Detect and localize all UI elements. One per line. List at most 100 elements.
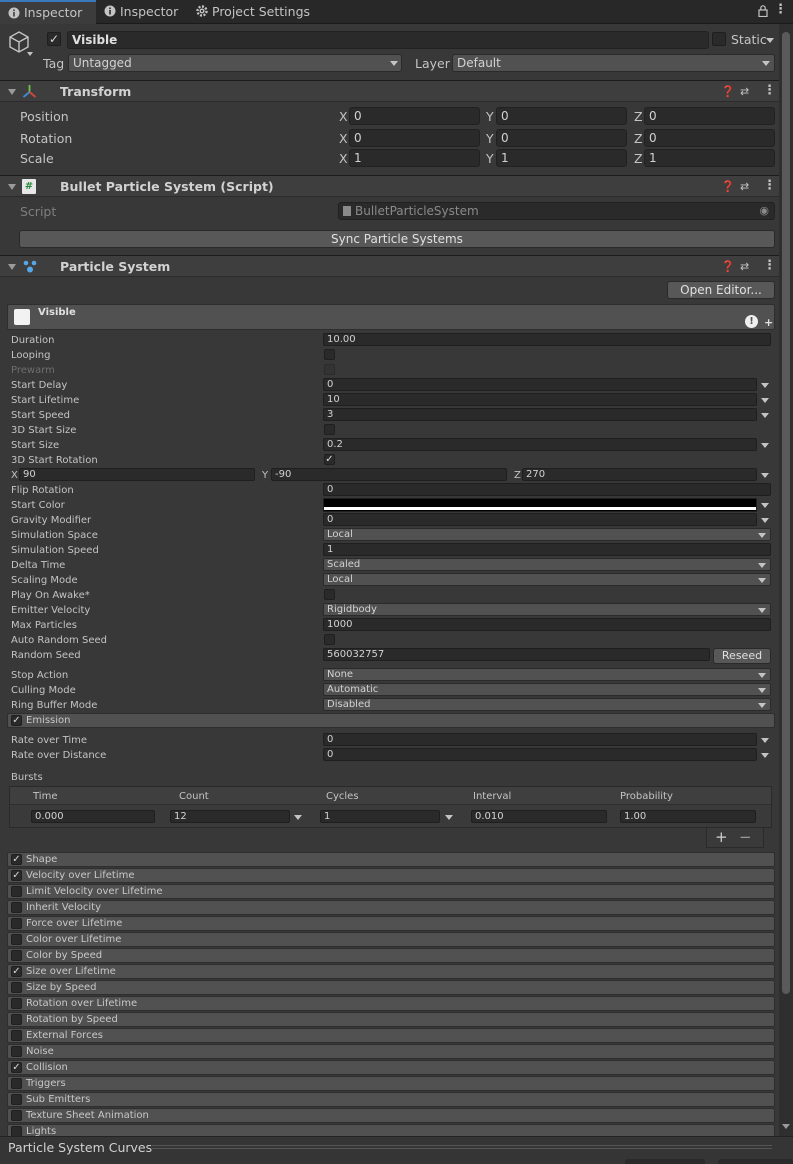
rotation-z-input[interactable]: 0 xyxy=(644,129,775,147)
curve-tab[interactable] xyxy=(625,1159,705,1164)
remove-burst-button[interactable]: − xyxy=(739,828,752,847)
curve-tab[interactable] xyxy=(718,1159,793,1164)
module-emission[interactable]: ✓ Emission xyxy=(7,713,775,728)
active-checkbox[interactable]: ✓ xyxy=(47,32,61,46)
module-texture-sheet-animation[interactable]: Texture Sheet Animation xyxy=(7,1108,775,1123)
foldout-arrow-icon[interactable] xyxy=(8,264,16,270)
tab-project-settings[interactable]: Project Settings xyxy=(188,0,318,24)
module-force-over-lifetime[interactable]: Force over Lifetime xyxy=(7,916,775,931)
presets-icon[interactable]: ⇄ xyxy=(740,260,749,273)
scale-z-input[interactable]: 1 xyxy=(644,149,775,167)
gravity-modifier-input[interactable]: 0 xyxy=(323,513,757,526)
play-on-awake-checkbox[interactable] xyxy=(324,589,335,600)
help-icon[interactable]: ❓ xyxy=(721,85,735,98)
reseed-button[interactable]: Reseed xyxy=(713,648,771,664)
help-icon[interactable]: ❓ xyxy=(721,260,735,273)
icon-dropdown-arrow[interactable] xyxy=(27,52,33,56)
ring-buffer-dropdown[interactable]: Disabled xyxy=(323,698,771,711)
scale-y-input[interactable]: 1 xyxy=(496,149,627,167)
position-z-input[interactable]: 0 xyxy=(644,107,775,125)
rotation-y-input[interactable]: 0 xyxy=(496,129,627,147)
module-shape[interactable]: ✓ Shape xyxy=(7,852,775,867)
module-checkbox[interactable] xyxy=(11,1094,22,1105)
presets-icon[interactable]: ⇄ xyxy=(740,85,749,98)
burst-interval-input[interactable]: 0.010 xyxy=(471,810,607,823)
duration-input[interactable]: 10.00 xyxy=(323,333,771,346)
curve-mode-dropdown[interactable] xyxy=(761,738,769,743)
burst-cycles-input[interactable]: 1 xyxy=(320,810,440,823)
culling-mode-dropdown[interactable]: Automatic xyxy=(323,683,771,696)
add-burst-button[interactable]: + xyxy=(715,828,728,847)
position-x-input[interactable]: 0 xyxy=(349,107,480,125)
help-icon[interactable]: ❓ xyxy=(721,180,735,193)
module-checkbox[interactable] xyxy=(11,998,22,1009)
bullet-script-header[interactable]: # Bullet Particle System (Script) ❓ ⇄ ⋮ xyxy=(0,175,793,197)
looping-checkbox[interactable] xyxy=(324,349,335,360)
module-rotation-by-speed[interactable]: Rotation by Speed xyxy=(7,1012,775,1027)
scroll-down-arrow[interactable] xyxy=(782,1124,790,1129)
module-checkbox[interactable]: ✓ xyxy=(11,854,22,865)
warning-icon[interactable]: ! xyxy=(745,315,758,328)
tag-dropdown[interactable]: Untagged xyxy=(68,54,402,72)
flip-rotation-input[interactable]: 0 xyxy=(323,483,771,496)
module-sub-emitters[interactable]: Sub Emitters xyxy=(7,1092,775,1107)
object-picker-icon[interactable]: ◉ xyxy=(759,203,769,219)
object-name-input[interactable]: Visible xyxy=(67,31,709,49)
start-delay-input[interactable]: 0 xyxy=(323,378,757,391)
scrollbar-track[interactable] xyxy=(779,24,793,1136)
module-checkbox[interactable]: ✓ xyxy=(11,1062,22,1073)
module-triggers[interactable]: Triggers xyxy=(7,1076,775,1091)
module-checkbox[interactable] xyxy=(11,1014,22,1025)
curve-mode-dropdown[interactable] xyxy=(294,815,302,820)
component-menu-icon[interactable]: ⋮ xyxy=(763,258,776,273)
prewarm-checkbox[interactable] xyxy=(324,364,335,375)
rate-over-time-input[interactable]: 0 xyxy=(323,733,757,746)
module-checkbox[interactable]: ✓ xyxy=(11,870,22,881)
component-menu-icon[interactable]: ⋮ xyxy=(763,178,776,193)
start-rotation-y-input[interactable]: -90 xyxy=(271,468,507,481)
random-seed-input[interactable]: 560032757 xyxy=(323,648,710,661)
module-checkbox[interactable] xyxy=(11,1078,22,1089)
module-checkbox[interactable] xyxy=(11,1046,22,1057)
curve-mode-dropdown[interactable] xyxy=(445,815,453,820)
start-color-swatch[interactable] xyxy=(323,498,757,512)
rotation-x-input[interactable]: 0 xyxy=(349,129,480,147)
lock-icon[interactable] xyxy=(758,5,768,17)
module-velocity-over-lifetime[interactable]: ✓ Velocity over Lifetime xyxy=(7,868,775,883)
module-checkbox[interactable] xyxy=(11,902,22,913)
module-color-by-speed[interactable]: Color by Speed xyxy=(7,948,775,963)
static-checkbox[interactable] xyxy=(712,32,726,46)
start-rotation-x-input[interactable]: 90 xyxy=(19,468,255,481)
foldout-arrow-icon[interactable] xyxy=(8,184,16,190)
scrollbar-thumb[interactable] xyxy=(782,32,790,994)
curve-mode-dropdown[interactable] xyxy=(761,443,769,448)
module-checkbox[interactable]: ✓ xyxy=(11,966,22,977)
start-size-input[interactable]: 0.2 xyxy=(323,438,757,451)
stop-action-dropdown[interactable]: None xyxy=(323,668,771,681)
presets-icon[interactable]: ⇄ xyxy=(740,180,749,193)
scaling-mode-dropdown[interactable]: Local xyxy=(323,573,771,586)
curves-panel-header[interactable]: Particle System Curves xyxy=(0,1136,793,1164)
module-collision[interactable]: ✓ Collision xyxy=(7,1060,775,1075)
component-menu-icon[interactable]: ⋮ xyxy=(763,83,776,98)
module-rotation-over-lifetime[interactable]: Rotation over Lifetime xyxy=(7,996,775,1011)
module-inherit-velocity[interactable]: Inherit Velocity xyxy=(7,900,775,915)
module-size-over-lifetime[interactable]: ✓ Size over Lifetime xyxy=(7,964,775,979)
module-checkbox[interactable] xyxy=(11,1030,22,1041)
burst-probability-input[interactable]: 1.00 xyxy=(620,810,756,823)
module-checkbox[interactable] xyxy=(11,934,22,945)
module-checkbox[interactable] xyxy=(11,950,22,961)
curve-mode-dropdown[interactable] xyxy=(761,753,769,758)
module-checkbox[interactable] xyxy=(11,1110,22,1121)
module-external-forces[interactable]: External Forces xyxy=(7,1028,775,1043)
simulation-space-dropdown[interactable]: Local xyxy=(323,528,771,541)
position-y-input[interactable]: 0 xyxy=(496,107,627,125)
static-dropdown-arrow[interactable] xyxy=(766,38,774,43)
burst-count-input[interactable]: 12 xyxy=(170,810,290,823)
emitter-velocity-dropdown[interactable]: Rigidbody xyxy=(323,603,771,616)
curve-mode-dropdown[interactable] xyxy=(761,413,769,418)
foldout-arrow-icon[interactable] xyxy=(8,89,16,95)
module-checkbox[interactable] xyxy=(11,886,22,897)
sync-particle-systems-button[interactable]: Sync Particle Systems xyxy=(19,230,775,248)
main-module-header[interactable]: Visible ! + xyxy=(7,304,775,330)
